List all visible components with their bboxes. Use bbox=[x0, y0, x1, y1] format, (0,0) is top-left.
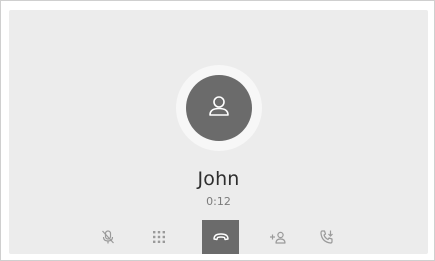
person-icon bbox=[206, 93, 232, 123]
caller-name: John bbox=[197, 168, 240, 190]
call-duration: 0:12 bbox=[206, 195, 231, 208]
microphone-muted-icon bbox=[100, 229, 116, 245]
transfer-call-button[interactable] bbox=[310, 220, 344, 254]
hang-up-icon bbox=[212, 231, 230, 243]
caller-avatar bbox=[186, 75, 252, 141]
mute-button[interactable] bbox=[91, 220, 125, 254]
call-controls bbox=[9, 220, 428, 254]
keypad-button[interactable] bbox=[142, 220, 176, 254]
display-frame: John 0:12 bbox=[0, 0, 435, 261]
handset-transfer-icon bbox=[319, 229, 335, 245]
avatar-halo bbox=[176, 65, 262, 151]
call-screen: John 0:12 bbox=[9, 10, 428, 254]
keypad-icon bbox=[152, 230, 166, 244]
end-call-button[interactable] bbox=[202, 220, 239, 254]
add-call-button[interactable] bbox=[261, 220, 295, 254]
add-person-icon bbox=[269, 230, 287, 244]
